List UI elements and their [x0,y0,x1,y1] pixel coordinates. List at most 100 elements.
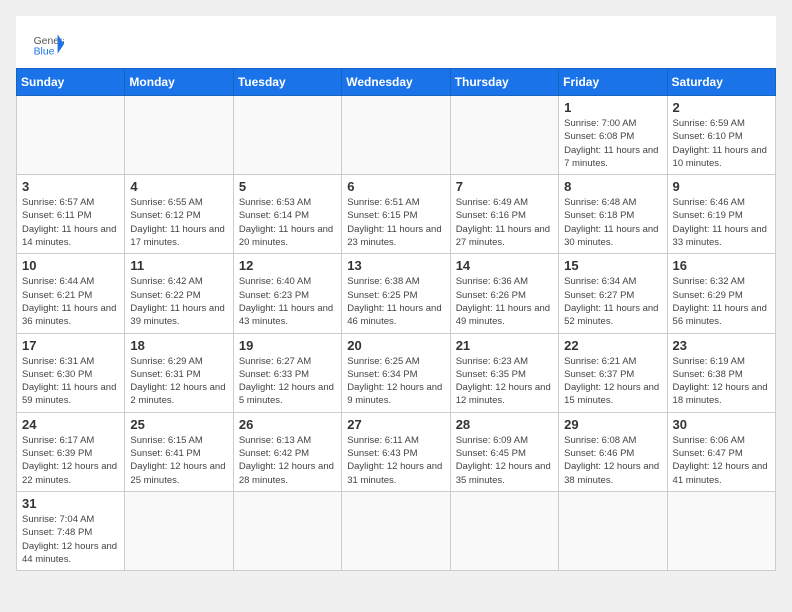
calendar-day-cell: 16 Sunrise: 6:32 AM Sunset: 6:29 PM Dayli… [667,254,775,333]
day-number: 12 [239,258,336,273]
calendar-week-row: 24 Sunrise: 6:17 AM Sunset: 6:39 PM Dayli… [17,412,776,491]
calendar-week-row: 17 Sunrise: 6:31 AM Sunset: 6:30 PM Dayli… [17,333,776,412]
day-number: 27 [347,417,444,432]
day-number: 26 [239,417,336,432]
calendar-day-cell: 27Sunrise: 6:11 AM Sunset: 6:43 PM Dayli… [342,412,450,491]
calendar-day-cell: 11Sunrise: 6:42 AM Sunset: 6:22 PM Dayli… [125,254,233,333]
calendar-day-cell: 4 Sunrise: 6:55 AM Sunset: 6:12 PM Daylig… [125,175,233,254]
day-number: 29 [564,417,661,432]
calendar-day-cell: 18Sunrise: 6:29 AM Sunset: 6:31 PM Dayli… [125,333,233,412]
calendar-day-cell: 28Sunrise: 6:09 AM Sunset: 6:45 PM Dayli… [450,412,558,491]
day-info: Sunrise: 7:00 AM Sunset: 6:08 PM Dayligh… [564,117,661,170]
day-info: Sunrise: 6:49 AM Sunset: 6:16 PM Dayligh… [456,196,553,249]
logo: General Blue [32,28,64,60]
calendar-day-cell [233,491,341,570]
day-info: Sunrise: 6:40 AM Sunset: 6:23 PM Dayligh… [239,275,336,328]
day-number: 22 [564,338,661,353]
day-number: 4 [130,179,227,194]
day-number: 1 [564,100,661,115]
calendar-day-cell: 13Sunrise: 6:38 AM Sunset: 6:25 PM Dayli… [342,254,450,333]
day-info: Sunrise: 6:25 AM Sunset: 6:34 PM Dayligh… [347,355,444,408]
calendar-day-cell: 2 Sunrise: 6:59 AM Sunset: 6:10 PM Daylig… [667,96,775,175]
day-info: Sunrise: 6:23 AM Sunset: 6:35 PM Dayligh… [456,355,553,408]
day-number: 20 [347,338,444,353]
calendar-day-cell: 15Sunrise: 6:34 AM Sunset: 6:27 PM Dayli… [559,254,667,333]
calendar-day-cell: 29 Sunrise: 6:08 AM Sunset: 6:46 PM Dayli… [559,412,667,491]
day-info: Sunrise: 6:46 AM Sunset: 6:19 PM Dayligh… [673,196,770,249]
header: General Blue [16,16,776,68]
day-info: Sunrise: 6:44 AM Sunset: 6:21 PM Dayligh… [22,275,119,328]
calendar-day-cell: 31Sunrise: 7:04 AM Sunset: 7:48 PM Dayli… [17,491,125,570]
day-info: Sunrise: 6:48 AM Sunset: 6:18 PM Dayligh… [564,196,661,249]
day-number: 31 [22,496,119,511]
calendar-day-cell: 30Sunrise: 6:06 AM Sunset: 6:47 PM Dayli… [667,412,775,491]
logo-icon: General Blue [32,28,64,60]
day-info: Sunrise: 6:36 AM Sunset: 6:26 PM Dayligh… [456,275,553,328]
day-info: Sunrise: 6:29 AM Sunset: 6:31 PM Dayligh… [130,355,227,408]
calendar-day-cell: 1 Sunrise: 7:00 AM Sunset: 6:08 PM Daylig… [559,96,667,175]
calendar-day-cell: 5Sunrise: 6:53 AM Sunset: 6:14 PM Daylig… [233,175,341,254]
calendar-day-cell: 3 Sunrise: 6:57 AM Sunset: 6:11 PM Daylig… [17,175,125,254]
calendar-day-cell [450,96,558,175]
calendar-day-cell: 6 Sunrise: 6:51 AM Sunset: 6:15 PM Daylig… [342,175,450,254]
calendar-day-cell [559,491,667,570]
calendar-day-cell: 9 Sunrise: 6:46 AM Sunset: 6:19 PM Daylig… [667,175,775,254]
calendar-day-cell: 14 Sunrise: 6:36 AM Sunset: 6:26 PM Dayli… [450,254,558,333]
day-info: Sunrise: 6:55 AM Sunset: 6:12 PM Dayligh… [130,196,227,249]
calendar-day-cell: 24 Sunrise: 6:17 AM Sunset: 6:39 PM Dayli… [17,412,125,491]
day-number: 7 [456,179,553,194]
calendar-day-cell: 10 Sunrise: 6:44 AM Sunset: 6:21 PM Dayli… [17,254,125,333]
day-info: Sunrise: 6:51 AM Sunset: 6:15 PM Dayligh… [347,196,444,249]
day-of-week-header: Tuesday [233,69,341,96]
day-of-week-header: Thursday [450,69,558,96]
day-number: 30 [673,417,770,432]
calendar-day-cell: 8 Sunrise: 6:48 AM Sunset: 6:18 PM Daylig… [559,175,667,254]
calendar-day-cell: 12 Sunrise: 6:40 AM Sunset: 6:23 PM Dayli… [233,254,341,333]
day-info: Sunrise: 6:57 AM Sunset: 6:11 PM Dayligh… [22,196,119,249]
day-of-week-header: Saturday [667,69,775,96]
day-number: 6 [347,179,444,194]
calendar-header-row: SundayMondayTuesdayWednesdayThursdayFrid… [17,69,776,96]
calendar-day-cell: 23Sunrise: 6:19 AM Sunset: 6:38 PM Dayli… [667,333,775,412]
calendar-day-cell [342,491,450,570]
calendar-page: General Blue SundayMondayTuesdayWednesda… [16,16,776,571]
day-number: 8 [564,179,661,194]
calendar-day-cell: 17 Sunrise: 6:31 AM Sunset: 6:30 PM Dayli… [17,333,125,412]
day-number: 11 [130,258,227,273]
calendar-day-cell [233,96,341,175]
day-of-week-header: Wednesday [342,69,450,96]
day-info: Sunrise: 6:17 AM Sunset: 6:39 PM Dayligh… [22,434,119,487]
calendar-week-row: 31Sunrise: 7:04 AM Sunset: 7:48 PM Dayli… [17,491,776,570]
day-number: 3 [22,179,119,194]
day-info: Sunrise: 6:13 AM Sunset: 6:42 PM Dayligh… [239,434,336,487]
day-number: 5 [239,179,336,194]
calendar-week-row: 10 Sunrise: 6:44 AM Sunset: 6:21 PM Dayli… [17,254,776,333]
day-of-week-header: Sunday [17,69,125,96]
calendar-day-cell: 25Sunrise: 6:15 AM Sunset: 6:41 PM Dayli… [125,412,233,491]
day-number: 10 [22,258,119,273]
calendar-day-cell: 19 Sunrise: 6:27 AM Sunset: 6:33 PM Dayli… [233,333,341,412]
day-number: 13 [347,258,444,273]
day-info: Sunrise: 6:15 AM Sunset: 6:41 PM Dayligh… [130,434,227,487]
day-number: 21 [456,338,553,353]
day-number: 17 [22,338,119,353]
day-number: 16 [673,258,770,273]
day-number: 24 [22,417,119,432]
day-number: 23 [673,338,770,353]
day-number: 9 [673,179,770,194]
day-of-week-header: Monday [125,69,233,96]
calendar-week-row: 3 Sunrise: 6:57 AM Sunset: 6:11 PM Daylig… [17,175,776,254]
calendar-day-cell: 21 Sunrise: 6:23 AM Sunset: 6:35 PM Dayli… [450,333,558,412]
calendar-day-cell: 22Sunrise: 6:21 AM Sunset: 6:37 PM Dayli… [559,333,667,412]
day-info: Sunrise: 6:08 AM Sunset: 6:46 PM Dayligh… [564,434,661,487]
day-number: 14 [456,258,553,273]
day-number: 2 [673,100,770,115]
day-info: Sunrise: 6:27 AM Sunset: 6:33 PM Dayligh… [239,355,336,408]
day-number: 19 [239,338,336,353]
calendar-day-cell: 20 Sunrise: 6:25 AM Sunset: 6:34 PM Dayli… [342,333,450,412]
day-info: Sunrise: 6:09 AM Sunset: 6:45 PM Dayligh… [456,434,553,487]
day-info: Sunrise: 6:32 AM Sunset: 6:29 PM Dayligh… [673,275,770,328]
calendar-day-cell [125,491,233,570]
day-info: Sunrise: 6:31 AM Sunset: 6:30 PM Dayligh… [22,355,119,408]
day-info: Sunrise: 6:59 AM Sunset: 6:10 PM Dayligh… [673,117,770,170]
